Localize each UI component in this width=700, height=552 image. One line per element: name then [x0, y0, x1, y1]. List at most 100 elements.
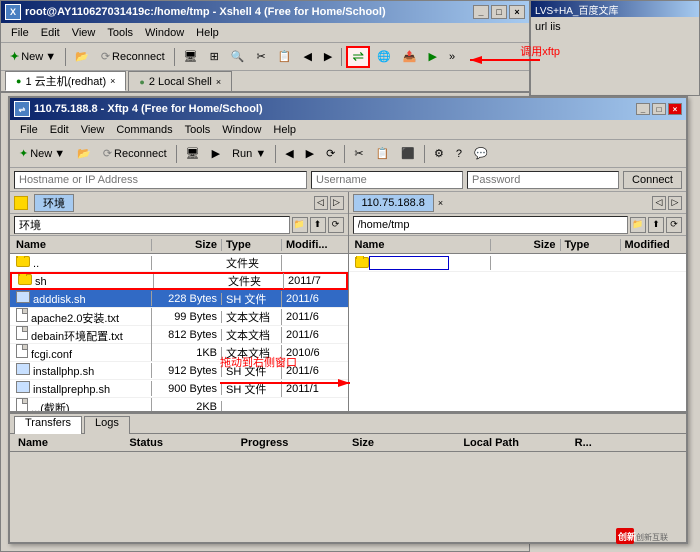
- list-item[interactable]: fcgi.conf 1KB 文本文档 2010/6: [10, 344, 348, 362]
- xftp-run-btn[interactable]: Run ▼: [227, 143, 271, 165]
- list-item[interactable]: apache2.0安装.txt 99 Bytes 文本文档 2011/6: [10, 308, 348, 326]
- xftp-tb-6[interactable]: ✂: [349, 143, 368, 165]
- xftp-launch-btn[interactable]: ⇌: [346, 46, 370, 68]
- tb-icon-9[interactable]: 📤: [398, 46, 422, 68]
- xftp-sep-4: [424, 145, 425, 163]
- tcol-name: Name: [14, 437, 125, 449]
- right-panel-close[interactable]: ×: [436, 198, 445, 208]
- xftp-app-icon: ⇌: [14, 101, 30, 117]
- tcol-progress: Progress: [237, 437, 348, 449]
- xftp-run-label: Run ▼: [232, 148, 266, 160]
- tb-icon-7[interactable]: ▶: [319, 46, 337, 68]
- list-item[interactable]: .. 文件夹: [10, 254, 348, 272]
- xshell-minimize-btn[interactable]: _: [473, 5, 489, 19]
- connect-btn[interactable]: Connect: [623, 171, 682, 189]
- rcol-modified-header: Modified: [621, 239, 685, 251]
- tb-icon-4[interactable]: ✂: [252, 46, 271, 68]
- xftp-tb-5[interactable]: ⟳: [321, 143, 340, 165]
- right-path-input[interactable]: [353, 216, 629, 234]
- tb-icon-10[interactable]: ▶: [424, 46, 442, 68]
- tb-icon-8[interactable]: 🌐: [372, 46, 396, 68]
- left-path-btn-2[interactable]: ⬆: [310, 217, 326, 233]
- col-size-header: Size: [152, 239, 222, 251]
- xftp-tb-4[interactable]: ▶: [301, 143, 319, 165]
- xftp-tb-3[interactable]: ◀: [280, 143, 298, 165]
- xftp-maximize-btn[interactable]: □: [652, 103, 666, 115]
- password-input[interactable]: [467, 171, 619, 189]
- xftp-title: 110.75.188.8 - Xftp 4 (Free for Home/Sch…: [34, 103, 263, 115]
- xshell-maximize-btn[interactable]: □: [491, 5, 507, 19]
- xshell-menu-tools[interactable]: Tools: [101, 25, 139, 41]
- xshell-close-btn[interactable]: ×: [509, 5, 525, 19]
- right-panel-header: 110.75.188.8 × ◁ ▷: [349, 192, 687, 214]
- xftp-close-btn[interactable]: ×: [668, 103, 682, 115]
- xftp-tb-11[interactable]: 💬: [469, 143, 493, 165]
- username-input[interactable]: [311, 171, 463, 189]
- tb-icon-5[interactable]: 📋: [273, 46, 297, 68]
- list-item[interactable]: [349, 254, 687, 272]
- xftp-menu-file[interactable]: File: [14, 122, 44, 138]
- xshell-tab-1[interactable]: ● 1 云主机(redhat) ×: [5, 71, 126, 91]
- tab1-close-btn[interactable]: ×: [110, 76, 115, 86]
- list-item[interactable]: debain环境配置.txt 812 Bytes 文本文档 2011/6: [10, 326, 348, 344]
- xftp-tb-7[interactable]: 📋: [371, 143, 395, 165]
- list-item[interactable]: sh 文件夹 2011/7: [10, 272, 348, 290]
- xftp-reconnect-btn[interactable]: ⟳ Reconnect: [98, 143, 172, 165]
- right-path-btn-3[interactable]: ⟳: [666, 217, 682, 233]
- xshell-new-btn[interactable]: ✦ New▼: [5, 46, 61, 68]
- left-nav-next[interactable]: ▷: [330, 196, 344, 210]
- xftp-menu-help[interactable]: Help: [267, 122, 302, 138]
- xftp-minimize-btn[interactable]: _: [636, 103, 650, 115]
- left-path-btn-1[interactable]: 📁: [292, 217, 308, 233]
- file-icon: [16, 398, 28, 412]
- transfer-tab-transfers[interactable]: Transfers: [14, 416, 82, 434]
- left-path-input[interactable]: [14, 216, 290, 234]
- xshell-menu-help[interactable]: Help: [190, 25, 225, 41]
- xftp-tb-1[interactable]: 🖥: [181, 143, 205, 165]
- right-file-list: Name Size Type Modified: [349, 236, 687, 411]
- transfer-tab-logs[interactable]: Logs: [84, 416, 130, 434]
- list-item[interactable]: ...(截断) 2KB: [10, 398, 348, 411]
- xftp-menu-edit[interactable]: Edit: [44, 122, 75, 138]
- xftp-tb-9[interactable]: ⚙: [429, 143, 449, 165]
- list-item[interactable]: adddisk.sh 228 Bytes SH 文件 2011/6: [10, 290, 348, 308]
- xftp-menu-window[interactable]: Window: [216, 122, 267, 138]
- hostname-input[interactable]: [14, 171, 307, 189]
- xftp-menu-tools[interactable]: Tools: [179, 122, 217, 138]
- left-panel-title[interactable]: 环境: [34, 194, 74, 212]
- xftp-new-btn[interactable]: ✦ New ▼: [14, 143, 70, 165]
- tb-icon-2[interactable]: ⊞: [205, 46, 224, 68]
- xshell-menu-edit[interactable]: Edit: [35, 25, 66, 41]
- xshell-tab-2[interactable]: ● 2 Local Shell ×: [128, 71, 232, 91]
- tab2-close-btn[interactable]: ×: [216, 77, 221, 87]
- right-nav-next[interactable]: ▷: [668, 196, 682, 210]
- list-item[interactable]: installprephp.sh 900 Bytes SH 文件 2011/1: [10, 380, 348, 398]
- right-path-btn-2[interactable]: ⬆: [648, 217, 664, 233]
- xshell-reconnect-btn[interactable]: ⟳ Reconnect: [96, 46, 170, 68]
- xftp-tb-open[interactable]: 📂: [72, 143, 96, 165]
- tb-icon-6[interactable]: ◀: [298, 46, 316, 68]
- xftp-sep-1: [176, 145, 177, 163]
- xftp-tb-2[interactable]: ▶: [207, 143, 225, 165]
- xshell-menu-file[interactable]: File: [5, 25, 35, 41]
- transfer-panel: Transfers Logs Name Status Progress Size…: [10, 412, 686, 490]
- xftp-menu-commands[interactable]: Commands: [110, 122, 178, 138]
- xshell-open-btn[interactable]: 📂: [70, 46, 94, 68]
- tb-more-btn[interactable]: »: [444, 46, 460, 68]
- right-panel-title[interactable]: 110.75.188.8: [353, 194, 434, 212]
- right-nav-prev[interactable]: ◁: [652, 196, 666, 210]
- xftp-menu-view[interactable]: View: [75, 122, 111, 138]
- xshell-menu-view[interactable]: View: [66, 25, 102, 41]
- xftp-tb-10[interactable]: ?: [451, 143, 467, 165]
- left-nav-prev[interactable]: ◁: [314, 196, 328, 210]
- list-item[interactable]: installphp.sh 912 Bytes SH 文件 2011/6: [10, 362, 348, 380]
- tb-icon-3[interactable]: 🔍: [226, 46, 250, 68]
- col-type-header: Type: [222, 239, 282, 251]
- new-folder-input[interactable]: [369, 256, 449, 270]
- left-path-btn-3[interactable]: ⟳: [328, 217, 344, 233]
- tb-icon-1[interactable]: 🖥: [179, 46, 203, 68]
- right-path-btn-1[interactable]: 📁: [630, 217, 646, 233]
- xftp-tb-8[interactable]: ⬛: [396, 143, 420, 165]
- xshell-menu-window[interactable]: Window: [139, 25, 190, 41]
- left-file-list-header: Name Size Type Modifi...: [10, 236, 348, 254]
